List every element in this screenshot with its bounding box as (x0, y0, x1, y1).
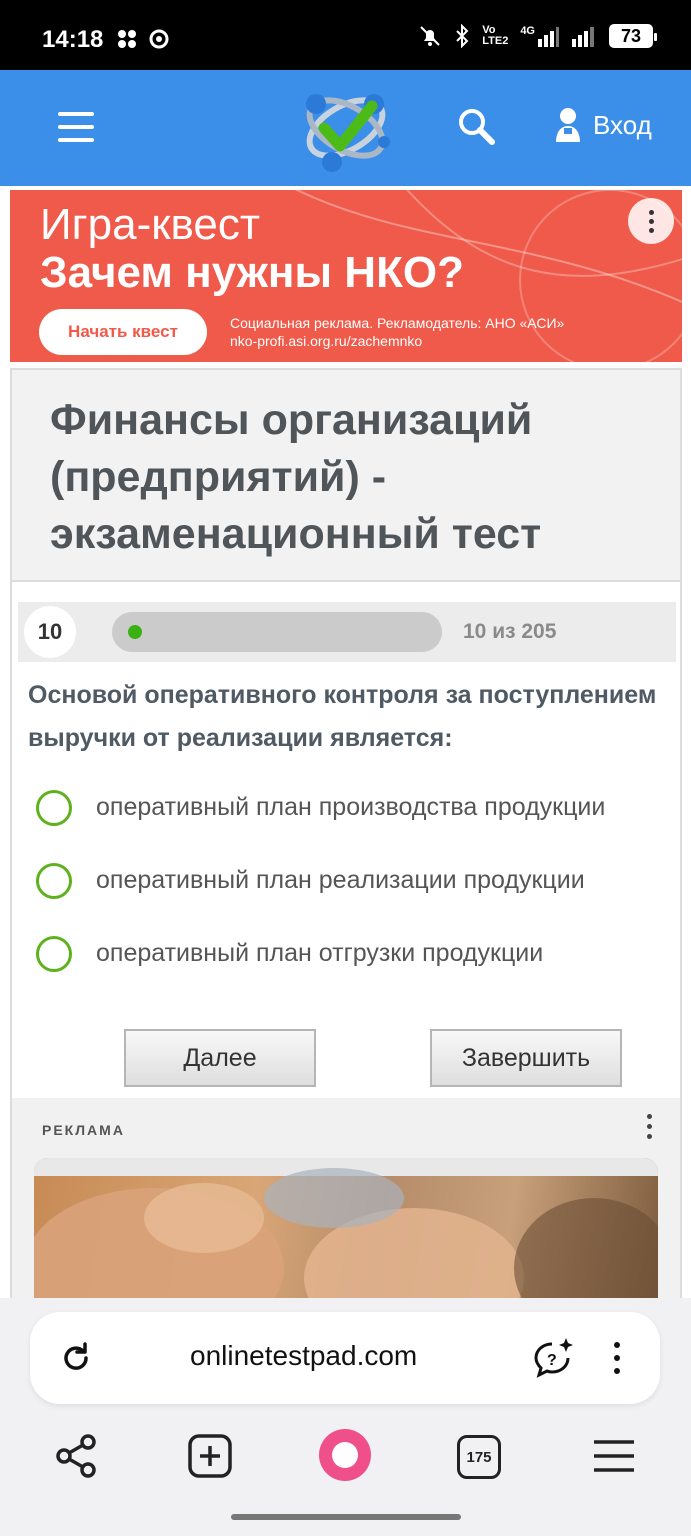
sponsored-section: РЕКЛАМА (12, 1098, 680, 1308)
ad-image[interactable] (34, 1158, 658, 1308)
radio-button[interactable] (36, 936, 72, 972)
volte-label: Vo LTE2 (482, 24, 509, 47)
answer-option-label[interactable]: оперативный план реализации продукции (96, 866, 585, 895)
question-number-badge: 10 (24, 606, 76, 658)
next-button[interactable]: Далее (124, 1029, 316, 1087)
browser-menu-icon[interactable] (614, 1342, 620, 1374)
status-time: 14:18 (42, 26, 104, 53)
assistant-chat-icon[interactable]: ? (530, 1336, 574, 1380)
user-icon (556, 108, 580, 142)
ad-banner[interactable]: Игра-квест Зачем нужны НКО? Начать квест… (10, 190, 682, 362)
home-indicator[interactable] (231, 1514, 461, 1520)
site-logo[interactable] (296, 82, 396, 174)
bluetooth-icon (456, 24, 469, 48)
pinwheel-icon (118, 30, 136, 48)
progress-row: 10 10 из 205 (18, 602, 676, 662)
battery-indicator: 73 (609, 24, 657, 48)
browser-toolbar: onlinetestpad.com ? 175 (0, 1298, 691, 1536)
ad-disclaimer-url: nko-profi.asi.org.ru/zachemnko (230, 333, 423, 349)
reload-icon[interactable] (58, 1340, 94, 1376)
start-quest-button[interactable]: Начать квест (39, 309, 207, 355)
answer-option[interactable]: оперативный план производства продукции (36, 778, 676, 851)
menu-icon[interactable] (58, 112, 94, 142)
ad-image-artwork (34, 1158, 658, 1308)
app-header: Вход (0, 70, 691, 186)
answer-option-label[interactable]: оперативный план отгрузки продукции (96, 939, 543, 968)
answer-option-label[interactable]: оперативный план производства продукции (96, 793, 605, 822)
question-text: Основой оперативного контроля за поступл… (28, 681, 657, 752)
status-bar: 14:18 Vo LTE2 4G 73 (0, 0, 691, 70)
login-button[interactable]: Вход (553, 106, 652, 144)
test-title-block: Финансы организаций (предприятий) - экза… (12, 370, 680, 582)
finish-button[interactable]: Завершить (430, 1029, 622, 1087)
alice-assistant-icon[interactable] (316, 1426, 374, 1484)
progress-bar (112, 612, 442, 652)
ad-disclaimer: Социальная реклама. Рекламодатель: АНО «… (230, 314, 564, 350)
bell-off-icon (420, 26, 440, 46)
ad-subtitle: Зачем нужны НКО? (40, 248, 465, 297)
ad-section-more-icon[interactable] (647, 1114, 652, 1139)
answer-options: оперативный план производства продукции … (36, 778, 676, 997)
ad-label: РЕКЛАМА (42, 1122, 125, 1138)
answer-option[interactable]: оперативный план отгрузки продукции (36, 924, 676, 997)
answer-option[interactable]: оперативный план реализации продукции (36, 851, 676, 924)
new-tab-icon[interactable] (186, 1432, 234, 1480)
url-text[interactable]: onlinetestpad.com (190, 1340, 417, 1372)
test-title: Финансы организаций (предприятий) - экза… (50, 396, 542, 558)
ad-title: Игра-квест (40, 200, 261, 249)
search-icon[interactable] (456, 106, 496, 146)
status-notification-icons (116, 28, 170, 50)
signal-4g-icon: 4G (520, 25, 559, 47)
login-label: Вход (593, 109, 652, 140)
chrome-icon (149, 29, 169, 49)
browser-nav-row: 175 (0, 1429, 691, 1492)
address-bar[interactable]: onlinetestpad.com ? (30, 1312, 660, 1404)
radio-button[interactable] (36, 863, 72, 899)
radio-button[interactable] (36, 790, 72, 826)
tabs-counter[interactable]: 175 (457, 1435, 501, 1479)
signal-icon (572, 27, 594, 47)
ad-more-options-icon[interactable] (628, 198, 674, 244)
progress-fill (128, 625, 142, 639)
svg-text:?: ? (547, 1352, 557, 1369)
ad-disclaimer-advertiser: Социальная реклама. Рекламодатель: АНО «… (230, 315, 565, 331)
share-icon[interactable] (52, 1432, 100, 1480)
progress-text: 10 из 205 (463, 620, 557, 643)
status-system-icons: Vo LTE2 4G 73 (418, 24, 657, 48)
hamburger-menu-icon[interactable] (590, 1432, 638, 1480)
